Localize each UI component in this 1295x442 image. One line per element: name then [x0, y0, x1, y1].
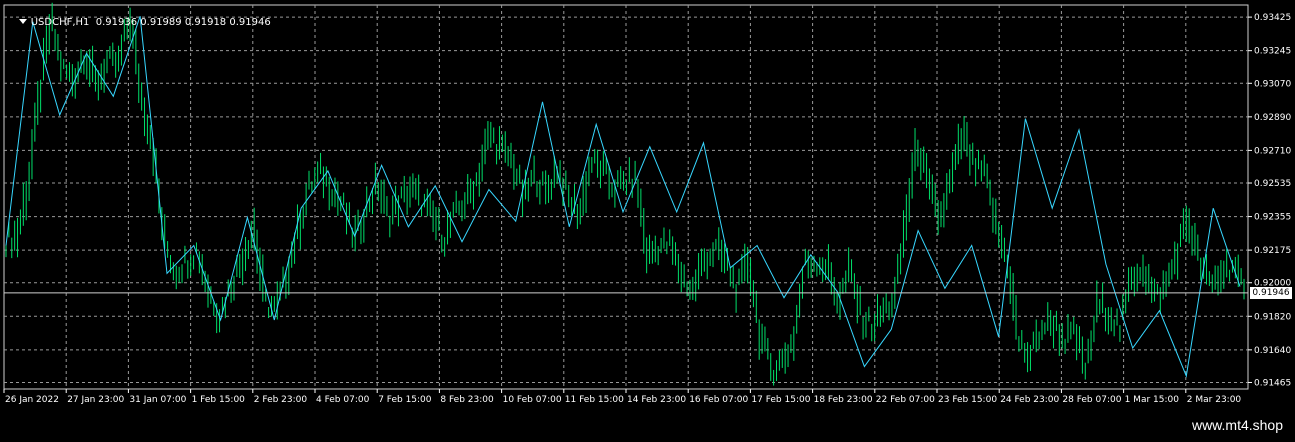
grid-lines — [4, 5, 1248, 389]
watermark: www.mt4.shop — [1191, 417, 1283, 433]
time-tick-label: 26 Jan 2022 — [5, 395, 59, 405]
time-tick-label: 17 Feb 15:00 — [751, 395, 810, 405]
price-tick-label: 0.92175 — [1254, 246, 1291, 256]
time-tick-label: 1 Feb 15:00 — [192, 395, 246, 405]
price-tick-label: 0.93070 — [1254, 79, 1291, 89]
time-tick-label: 16 Feb 07:00 — [689, 395, 748, 405]
time-tick-label: 18 Feb 23:00 — [814, 395, 873, 405]
time-tick-label: 27 Jan 23:00 — [67, 395, 124, 405]
time-tick-label: 4 Feb 07:00 — [316, 395, 370, 405]
dropdown-triangle-icon[interactable] — [18, 19, 27, 24]
price-tick-label: 0.92890 — [1254, 113, 1291, 123]
time-tick-label: 1 Mar 15:00 — [1125, 395, 1180, 405]
price-tick-label: 0.92355 — [1254, 213, 1291, 223]
price-tick-label: 0.92710 — [1254, 146, 1291, 156]
time-tick-label: 28 Feb 07:00 — [1062, 395, 1121, 405]
time-tick-label: 2 Mar 23:00 — [1187, 395, 1242, 405]
price-tick-label: 0.91640 — [1254, 346, 1291, 356]
time-tick-label: 22 Feb 07:00 — [876, 395, 935, 405]
time-tick-label: 7 Feb 15:00 — [378, 395, 432, 405]
time-tick-label: 23 Feb 15:00 — [938, 395, 997, 405]
time-tick-label: 11 Feb 15:00 — [565, 395, 624, 405]
price-tick-label: 0.91820 — [1254, 312, 1291, 322]
time-tick-label: 24 Feb 23:00 — [1000, 395, 1059, 405]
chart-window[interactable]: 0.93425 0.93245 0.93070 0.92890 0.92710 0.925… — [0, 0, 1295, 442]
time-tick-label: 2 Feb 23:00 — [254, 395, 308, 405]
current-price-label: 0.91946 — [1250, 286, 1292, 299]
price-bars — [5, 2, 1245, 386]
zigzag-indicator — [5, 16, 1241, 378]
price-tick-label: 0.93425 — [1254, 13, 1291, 23]
time-tick-label: 8 Feb 23:00 — [440, 395, 494, 405]
zigzag-line — [5, 16, 1241, 378]
time-tick-label: 14 Feb 23:00 — [627, 395, 686, 405]
price-tick-label: 0.93245 — [1254, 47, 1291, 57]
price-chart[interactable]: 0.93425 0.93245 0.93070 0.92890 0.92710 0.925… — [0, 0, 1295, 442]
time-tick-label: 10 Feb 07:00 — [503, 395, 562, 405]
price-tick-label: 0.92535 — [1254, 179, 1291, 189]
time-axis: 26 Jan 2022 27 Jan 23:00 31 Jan 07:00 1 Feb… — [3, 389, 1242, 405]
time-tick-label: 31 Jan 07:00 — [129, 395, 186, 405]
price-tick-label: 0.91465 — [1254, 378, 1291, 388]
price-axis: 0.93425 0.93245 0.93070 0.92890 0.92710 0.925… — [1248, 13, 1291, 388]
chart-title: USDCHF,H1 0.91936 0.91989 0.91918 0.9194… — [6, 6, 271, 39]
chart-title-text: USDCHF,H1 0.91936 0.91989 0.91918 0.9194… — [30, 17, 271, 28]
